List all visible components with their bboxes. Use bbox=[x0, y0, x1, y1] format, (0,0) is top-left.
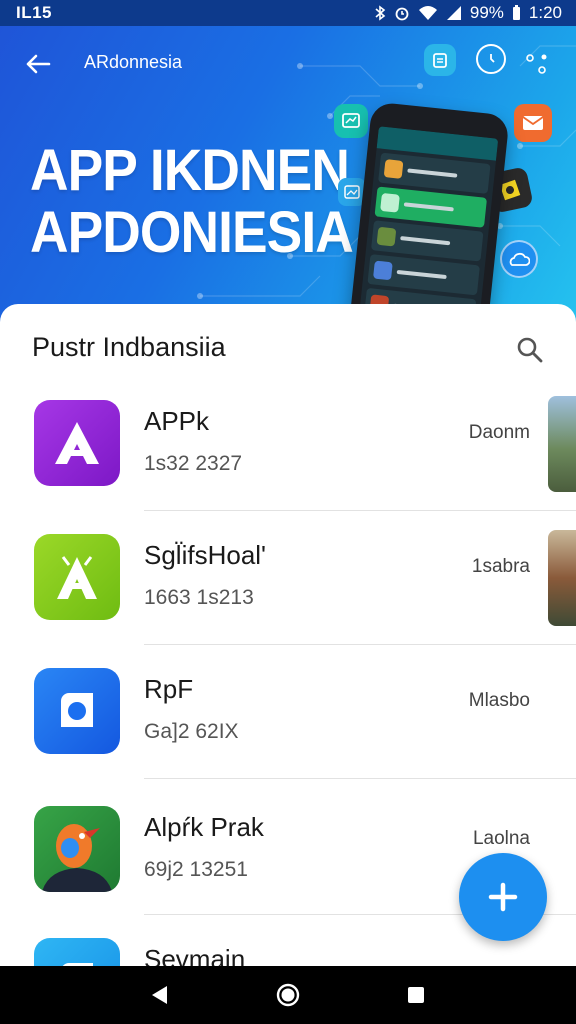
nav-title: ARdonnesia bbox=[84, 52, 183, 72]
clock-icon bbox=[476, 44, 506, 74]
bluetooth-icon bbox=[374, 5, 386, 21]
app-name: Sevmain bbox=[144, 944, 246, 966]
add-button[interactable] bbox=[459, 853, 547, 941]
app-tag: 1sabra bbox=[471, 556, 530, 577]
hero-headline: APP IKDNEN APDONIESIA bbox=[30, 138, 354, 265]
list-item[interactable]: RpF Ga]2 62IX Mlasbo bbox=[0, 668, 576, 802]
app-meta: Ga]2 62IX bbox=[144, 720, 239, 743]
list-item[interactable]: Sevmain bbox=[0, 938, 576, 966]
blue-app-icon bbox=[34, 938, 120, 966]
search-button[interactable] bbox=[510, 330, 550, 370]
nav-back-button[interactable] bbox=[140, 975, 180, 1015]
list-item[interactable]: APPk 1s32 2327 Daonm bbox=[0, 396, 576, 534]
list-item[interactable]: Sgl̈ifsHoal' 1663 1s213 1sabra bbox=[0, 530, 576, 668]
phone-screen bbox=[359, 126, 499, 320]
headline-line-1: APP IKDNEN bbox=[30, 138, 350, 203]
triangle-back-icon bbox=[152, 986, 167, 1004]
app-meta: 1s32 2327 bbox=[144, 452, 243, 475]
camera-icon bbox=[34, 668, 120, 754]
status-carrier: IL15 bbox=[16, 3, 53, 22]
app-name: Sgl̈ifsHoal' bbox=[144, 540, 267, 570]
home-circle-icon bbox=[276, 983, 300, 1007]
alarm-icon bbox=[394, 5, 410, 21]
search-icon bbox=[517, 337, 543, 363]
divider bbox=[144, 644, 576, 645]
status-time: 1:20 bbox=[528, 3, 562, 22]
app-tag: Laolna bbox=[472, 828, 530, 849]
nav-home-button[interactable] bbox=[268, 975, 308, 1015]
clipboard-icon bbox=[424, 44, 456, 76]
purple-a-icon bbox=[34, 400, 120, 486]
app-name: Alpŕk Prak bbox=[144, 812, 264, 842]
chart-icon bbox=[334, 104, 368, 138]
headline-line-2: APDONIESIA bbox=[30, 200, 354, 265]
bird-icon bbox=[34, 806, 120, 892]
square-recents-icon bbox=[408, 987, 424, 1003]
divider bbox=[144, 510, 576, 511]
app-tag: Daonm bbox=[468, 422, 530, 443]
signal-icon bbox=[446, 5, 462, 21]
hero-banner: ARdonnesia APP IKDNEN APDONIESIA bbox=[0, 26, 576, 326]
back-arrow-icon bbox=[26, 54, 51, 74]
plus-icon bbox=[488, 882, 518, 912]
app-tag: Mlasbo bbox=[468, 690, 530, 711]
cloud-icon bbox=[500, 240, 538, 278]
green-a-icon bbox=[34, 534, 120, 620]
app-name: APPk bbox=[144, 406, 210, 436]
status-icons: 99% 1:20 bbox=[374, 3, 562, 23]
app-name: RpF bbox=[144, 674, 194, 704]
section-title: Pustr Indbansiia bbox=[32, 332, 226, 362]
app-meta: 1663 1s213 bbox=[144, 586, 254, 609]
wifi-icon bbox=[418, 5, 438, 21]
phone-mockup bbox=[348, 101, 510, 326]
nav-recents-button[interactable] bbox=[396, 975, 436, 1015]
app-thumbnail bbox=[548, 530, 576, 626]
mail-icon bbox=[514, 104, 552, 142]
battery-level: 99% bbox=[469, 3, 504, 22]
status-bar: IL15 99% 1:20 bbox=[0, 0, 576, 26]
nodes-icon bbox=[524, 50, 550, 76]
back-button[interactable] bbox=[22, 48, 54, 80]
system-nav-bar bbox=[0, 966, 576, 1024]
app-meta: 69j2 13251 bbox=[144, 858, 248, 881]
app-thumbnail bbox=[548, 396, 576, 492]
divider bbox=[144, 778, 576, 779]
battery-icon bbox=[512, 5, 521, 21]
